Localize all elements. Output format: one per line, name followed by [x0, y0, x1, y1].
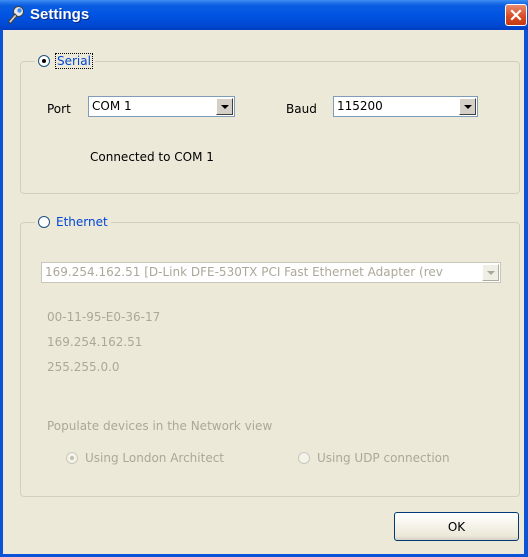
close-button[interactable]: [505, 4, 527, 26]
title-bar[interactable]: Settings: [0, 0, 528, 30]
dialog-body: Serial Port COM 1 Baud 115200 Connected …: [3, 30, 524, 554]
udp-connection-option[interactable]: Using UDP connection: [298, 451, 450, 465]
subnet-mask: 255.255.0.0: [47, 360, 120, 374]
settings-dialog: Settings Serial Port COM 1 Baud 115200 C…: [0, 0, 528, 557]
mac-address: 00-11-95-E0-36-17: [47, 310, 161, 324]
serial-radio-button[interactable]: [38, 55, 50, 67]
london-architect-label: Using London Architect: [85, 451, 225, 465]
ip-address: 169.254.162.51: [47, 335, 143, 349]
wrench-icon: [7, 6, 24, 25]
london-architect-radio[interactable]: [66, 452, 78, 464]
serial-label: Serial: [55, 53, 93, 69]
connection-status: Connected to COM 1: [90, 150, 214, 164]
adapter-dropdown-arrow-icon[interactable]: [482, 264, 499, 281]
ethernet-label: Ethernet: [56, 215, 108, 229]
baud-dropdown-arrow-icon[interactable]: [459, 98, 476, 115]
port-label: Port: [47, 102, 71, 116]
network-adapter-value: 169.254.162.51 [D-Link DFE-530TX PCI Fas…: [45, 265, 443, 279]
ethernet-radio-button[interactable]: [38, 216, 50, 228]
london-architect-option[interactable]: Using London Architect: [66, 451, 225, 465]
serial-groupbox: [20, 61, 520, 194]
close-icon: [510, 9, 522, 21]
baud-label: Baud: [286, 102, 317, 116]
baud-select-value: 115200: [337, 99, 383, 113]
port-select-value: COM 1: [92, 99, 132, 113]
network-adapter-select[interactable]: 169.254.162.51 [D-Link DFE-530TX PCI Fas…: [41, 262, 501, 283]
window-title: Settings: [30, 6, 90, 23]
serial-radio[interactable]: Serial: [35, 53, 95, 69]
port-dropdown-arrow-icon[interactable]: [216, 98, 233, 115]
ok-button[interactable]: OK: [394, 512, 519, 541]
udp-connection-label: Using UDP connection: [317, 451, 450, 465]
baud-select[interactable]: 115200: [333, 96, 478, 117]
udp-connection-radio[interactable]: [298, 452, 310, 464]
populate-devices-label: Populate devices in the Network view: [47, 419, 273, 433]
port-select[interactable]: COM 1: [88, 96, 235, 117]
ethernet-radio[interactable]: Ethernet: [35, 215, 111, 229]
